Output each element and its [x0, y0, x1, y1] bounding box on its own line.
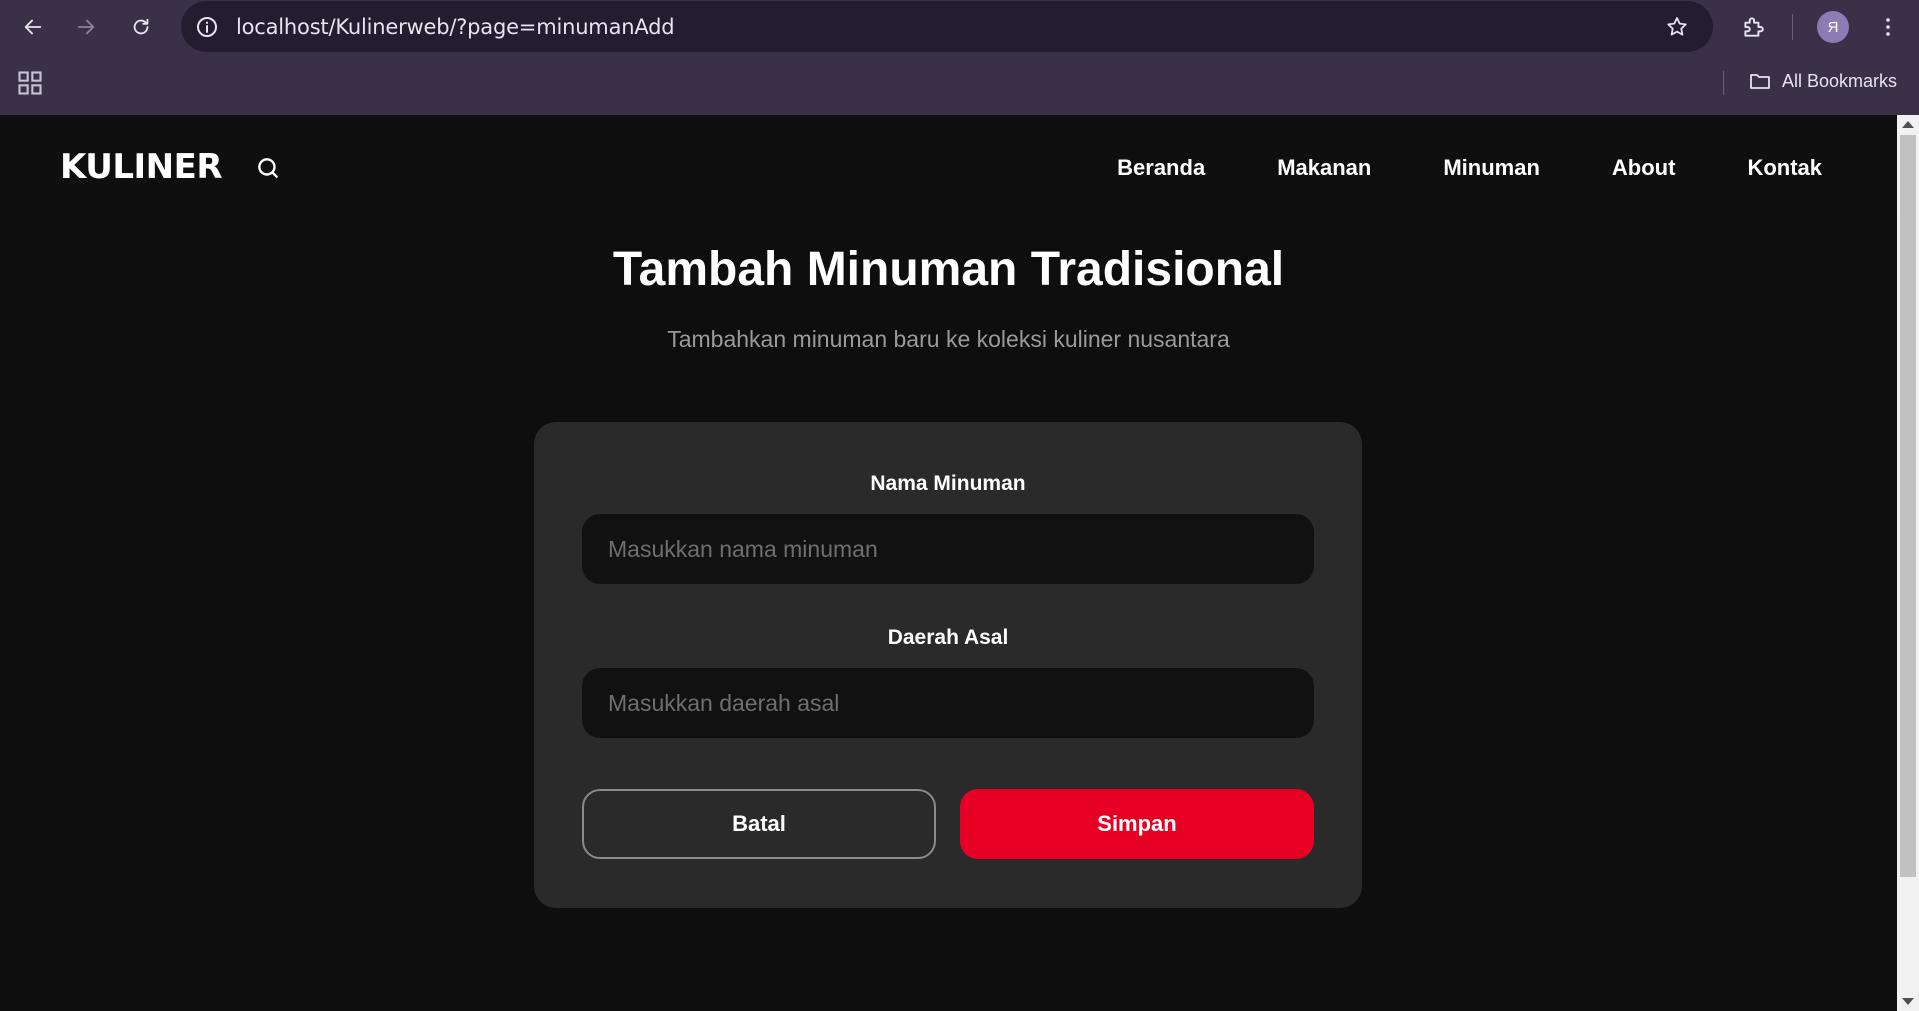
bookmark-star-icon[interactable] — [1663, 13, 1691, 41]
browser-toolbar: localhost/Kulinerweb/?page=minumanAdd Я — [0, 0, 1919, 54]
folder-icon — [1750, 74, 1770, 89]
profile-avatar[interactable]: Я — [1817, 11, 1849, 43]
arrow-left-icon — [24, 19, 42, 35]
nav-about[interactable]: About — [1612, 155, 1676, 181]
forward-button[interactable] — [68, 9, 104, 45]
page-scrollbar[interactable] — [1897, 115, 1919, 1011]
origin-label: Daerah Asal — [887, 626, 1009, 649]
page-subtitle: Tambahkan minuman baru ke koleksi kuline… — [667, 326, 1230, 352]
bookmarks-bar: All Bookmarks — [0, 60, 1919, 105]
reload-button[interactable] — [123, 9, 159, 45]
all-bookmarks-button[interactable]: All Bookmarks — [1748, 69, 1897, 93]
save-button[interactable]: Simpan — [960, 789, 1314, 859]
back-button[interactable] — [15, 9, 51, 45]
origin-input[interactable] — [582, 668, 1314, 738]
search-icon[interactable] — [255, 155, 281, 181]
cancel-button[interactable]: Batal — [582, 789, 936, 859]
add-drink-form: Nama Minuman Daerah Asal Batal Simpan — [534, 422, 1362, 908]
scroll-up-arrow-icon[interactable] — [1902, 121, 1914, 128]
toolbar-divider — [1792, 14, 1793, 40]
web-page: KULINER Beranda Makanan Minuman About Ko… — [0, 115, 1897, 1011]
bookmarks-divider — [1723, 71, 1724, 95]
site-info-icon[interactable] — [193, 13, 221, 41]
nav-kontak[interactable]: Kontak — [1747, 155, 1822, 181]
scroll-thumb[interactable] — [1900, 135, 1916, 877]
drink-name-input[interactable] — [582, 514, 1314, 584]
url-text[interactable]: localhost/Kulinerweb/?page=minumanAdd — [236, 15, 675, 39]
profile-initial: Я — [1827, 18, 1839, 36]
apps-grid-icon[interactable] — [16, 69, 44, 97]
scroll-down-arrow-icon[interactable] — [1902, 998, 1914, 1005]
address-bar[interactable]: localhost/Kulinerweb/?page=minumanAdd — [181, 1, 1713, 52]
site-logo[interactable]: KULINER — [60, 147, 223, 187]
extensions-icon[interactable] — [1737, 11, 1769, 43]
nav-minuman[interactable]: Minuman — [1443, 155, 1540, 181]
main-nav: Beranda Makanan Minuman About Kontak — [1117, 155, 1822, 181]
nav-makanan[interactable]: Makanan — [1277, 155, 1371, 181]
site-header: KULINER Beranda Makanan Minuman About Ko… — [0, 115, 1897, 215]
all-bookmarks-label: All Bookmarks — [1782, 70, 1898, 91]
arrow-right-icon — [77, 19, 95, 35]
page-title: Tambah Minuman Tradisional — [612, 243, 1285, 296]
nav-beranda[interactable]: Beranda — [1117, 155, 1205, 181]
browser-chrome: localhost/Kulinerweb/?page=minumanAdd Я … — [0, 0, 1919, 115]
drink-name-label: Nama Minuman — [870, 472, 1026, 495]
reload-icon — [133, 18, 149, 35]
menu-kebab-icon[interactable] — [1872, 11, 1904, 43]
